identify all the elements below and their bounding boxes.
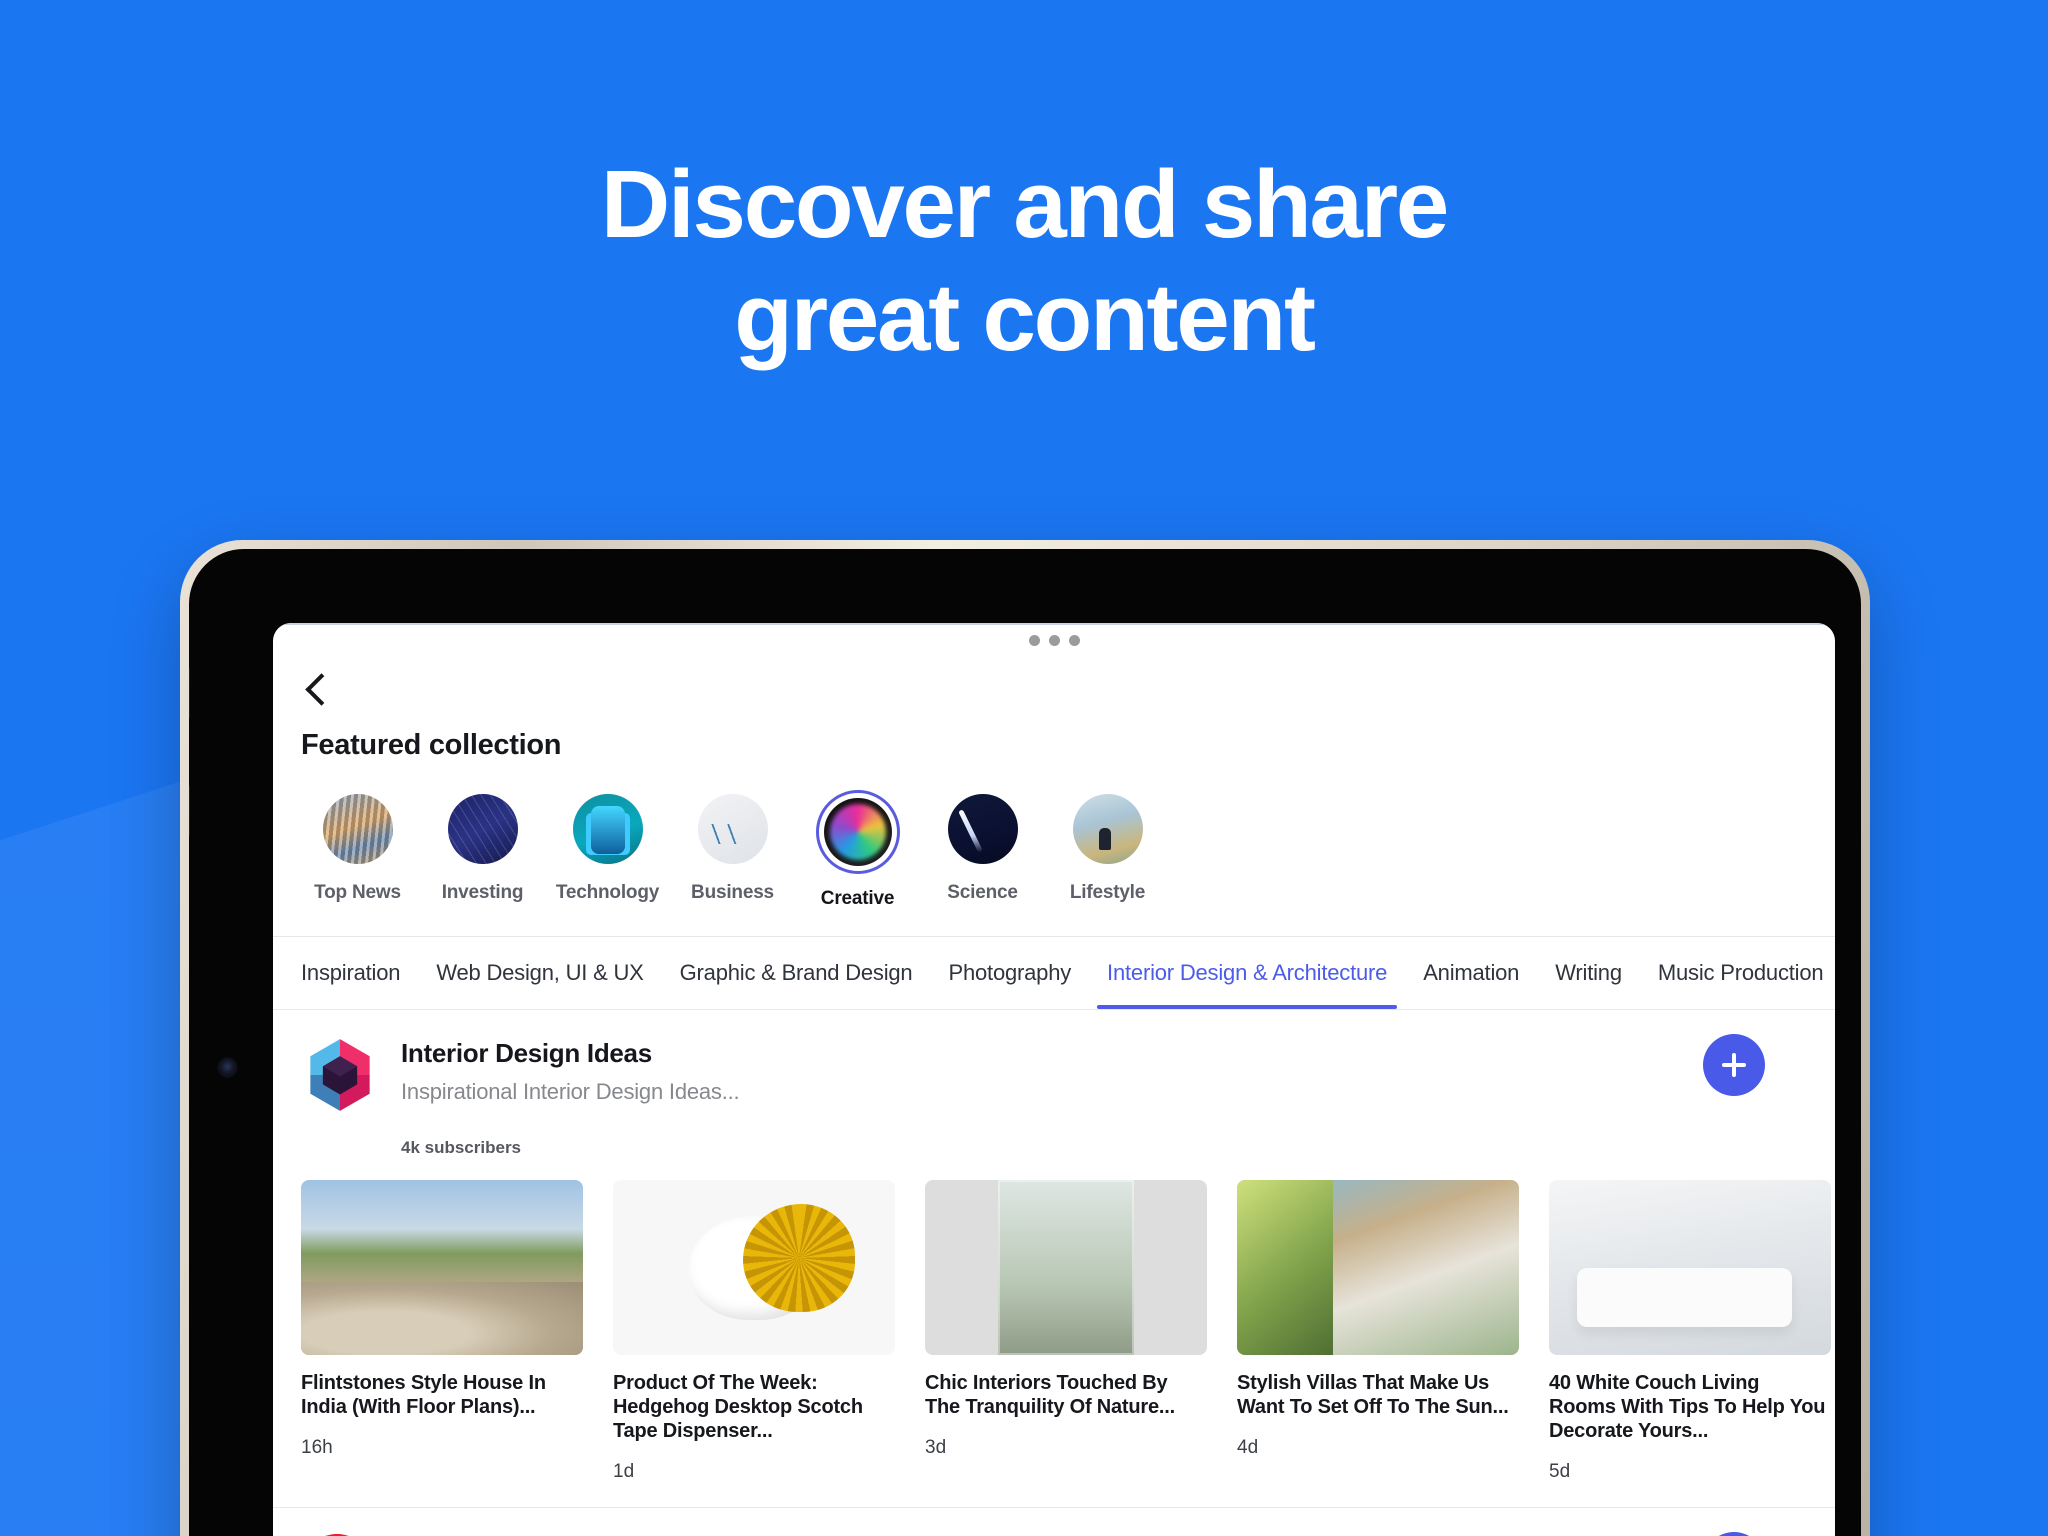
article-timestamp: 1d [613, 1461, 635, 1482]
category-avatar-ring [944, 790, 1022, 868]
channel-block: Interior Design Ideas Inspirational Inter… [273, 1010, 1835, 1508]
handle-dot [1048, 635, 1060, 646]
category-label: Business [691, 882, 774, 903]
volume-down-button[interactable] [189, 785, 190, 837]
article-card[interactable]: Flintstones Style House In India (With F… [301, 1180, 583, 1483]
drag-handle[interactable] [273, 623, 1835, 646]
category-item-lifestyle[interactable]: Lifestyle [1045, 790, 1170, 910]
tab-writing[interactable]: Writing [1537, 937, 1640, 1009]
tab-photography[interactable]: Photography [930, 937, 1089, 1009]
category-avatar-image [947, 794, 1018, 864]
subscribe-button[interactable] [1703, 1034, 1765, 1096]
channel-header[interactable]: Interior Design Ideas Inspirational Inter… [273, 1036, 1835, 1114]
category-item-business[interactable]: Business [670, 790, 795, 910]
article-timestamp: 5d [1549, 1461, 1571, 1482]
chevron-left-icon[interactable] [301, 672, 335, 706]
channel-list: Interior Design Ideas Inspirational Inter… [273, 1010, 1835, 1536]
article-card[interactable]: Product Of The Week: Hedgehog Desktop Sc… [613, 1180, 895, 1483]
category-avatar-image [823, 798, 892, 866]
tab-music-production[interactable]: Music Production [1640, 937, 1835, 1009]
article-card-row: Flintstones Style House In India (With F… [273, 1158, 1835, 1483]
tab-animation[interactable]: Animation [1405, 937, 1537, 1009]
page-title: Featured collection [301, 729, 562, 761]
category-avatar-ring [444, 790, 522, 868]
article-title: Stylish Villas That Make Us Want To Set … [1237, 1372, 1509, 1418]
channel-logo [301, 1036, 379, 1114]
category-avatar-image [447, 794, 518, 864]
article-thumbnail [1237, 1180, 1519, 1355]
article-thumbnail [925, 1180, 1207, 1355]
article-thumbnail [301, 1180, 583, 1355]
topic-tab-bar[interactable]: Inspiration Web Design, UI & UX Graphic & … [273, 936, 1835, 1010]
volume-up-button[interactable] [189, 667, 190, 719]
category-strip: Top News Investing Technology Business Creat… [273, 762, 1835, 910]
category-avatar-ring [569, 790, 647, 868]
channel-block: Apartment Therapy | Saving the world, on… [273, 1508, 1835, 1536]
article-card[interactable]: Stylish Villas That Make Us Want To Set … [1237, 1180, 1519, 1483]
category-label: Investing [441, 882, 524, 903]
category-label: Top News [314, 882, 401, 903]
article-card[interactable]: 40 White Couch Living Rooms With Tips To… [1549, 1180, 1831, 1483]
category-label: Creative [820, 888, 895, 909]
headline-line-2: great content [734, 264, 1316, 371]
article-title: Product Of The Week: Hedgehog Desktop Sc… [613, 1372, 863, 1442]
article-timestamp: 4d [1237, 1437, 1259, 1458]
channel-description: Inspirational Interior Design Ideas... [401, 1079, 740, 1104]
front-camera-icon [219, 1059, 236, 1076]
category-avatar-image [322, 794, 393, 864]
tablet-bezel: Featured collection Top News Investing Tec… [189, 549, 1861, 1536]
category-label: Science [947, 882, 1018, 903]
category-avatar-image [697, 794, 768, 864]
category-avatar-image [1072, 794, 1143, 864]
category-label: Technology [555, 882, 660, 903]
headline-line-1: Discover and share [600, 151, 1449, 258]
category-item-science[interactable]: Science [920, 790, 1045, 910]
tab-inspiration[interactable]: Inspiration [283, 937, 418, 1009]
category-item-technology[interactable]: Technology [545, 790, 670, 910]
category-avatar-ring [1069, 790, 1147, 868]
category-item-top-news[interactable]: Top News [295, 790, 420, 910]
article-thumbnail [613, 1180, 895, 1355]
article-timestamp: 3d [925, 1437, 947, 1458]
tab-web-design-ui-ux[interactable]: Web Design, UI & UX [418, 937, 661, 1009]
tablet-screen: Featured collection Top News Investing Tec… [273, 623, 1835, 1536]
category-label: Lifestyle [1069, 882, 1146, 903]
handle-dot [1068, 635, 1080, 646]
category-item-creative[interactable]: Creative [795, 790, 920, 910]
article-timestamp: 16h [301, 1437, 333, 1458]
article-title: Chic Interiors Touched By The Tranquilit… [925, 1372, 1175, 1418]
category-avatar-ring [815, 790, 900, 874]
article-title: 40 White Couch Living Rooms With Tips To… [1549, 1372, 1826, 1442]
article-thumbnail [1549, 1180, 1831, 1355]
screen-top-divider [273, 623, 1835, 625]
channel-name: Interior Design Ideas [401, 1038, 652, 1068]
category-avatar-image [572, 794, 643, 864]
channel-meta: Interior Design Ideas Inspirational Inter… [379, 1036, 740, 1114]
tablet-device: Featured collection Top News Investing Tec… [180, 540, 1870, 1536]
article-title: Flintstones Style House In India (With F… [301, 1372, 546, 1418]
back-nav-row [273, 646, 1835, 711]
article-card[interactable]: Chic Interiors Touched By The Tranquilit… [925, 1180, 1207, 1483]
category-item-investing[interactable]: Investing [420, 790, 545, 910]
category-avatar-ring [319, 790, 397, 868]
subscriber-count: 4k subscribers [401, 1138, 522, 1157]
page-headline: Discover and share great content [0, 148, 2048, 374]
tab-graphic-brand-design[interactable]: Graphic & Brand Design [662, 937, 931, 1009]
category-avatar-ring [694, 790, 772, 868]
hexcube-logo-icon [310, 1039, 370, 1111]
handle-dot [1028, 635, 1040, 646]
tab-interior-design-architecture[interactable]: Interior Design & Architecture [1089, 937, 1405, 1009]
